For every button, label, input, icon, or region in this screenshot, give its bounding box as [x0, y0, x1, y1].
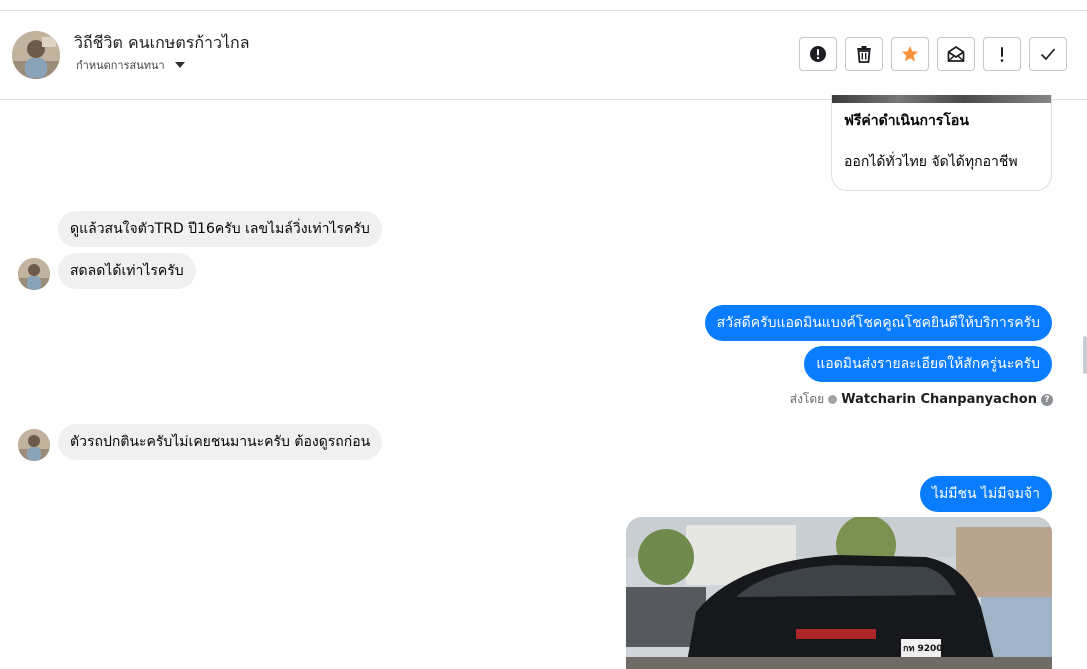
- outgoing-message[interactable]: สวัสดีครับแอดมินแบงค์โชคคูณโชคยินดีให้บร…: [704, 305, 1052, 341]
- conversation-header: วิถีชีวิต คนเกษตรก้าวไกล กำหนดการสนทนา: [0, 11, 1087, 100]
- link-preview-card[interactable]: ฟรีค่าดำเนินการโอน ออกได้ทั่วไทย จัดได้ท…: [831, 95, 1052, 191]
- contact-avatar[interactable]: [12, 31, 60, 79]
- incoming-message[interactable]: สดลดได้เท่าไรครับ: [58, 253, 196, 289]
- alert-circle-icon: [810, 46, 826, 62]
- mail-icon: [947, 45, 965, 62]
- sent-by-prefix: ส่งโดย: [789, 392, 825, 406]
- incoming-message[interactable]: ตัวรถปกตินะครับไม่เคยชนมานะครับ ต้องดูรถ…: [58, 424, 383, 460]
- contact-name[interactable]: วิถีชีวิต คนเกษตรก้าวไกล: [74, 31, 250, 56]
- report-spam-button[interactable]: [799, 37, 837, 71]
- car-photo-attachment[interactable]: กท 9200: [626, 517, 1052, 669]
- card-subtitle: ออกได้ทั่วไทย จัดได้ทุกอาชีพ: [844, 154, 1018, 170]
- verified-dot-icon: [828, 395, 838, 404]
- outgoing-message[interactable]: แอดมินส่งรายละเอียดให้สักครู่นะครับ: [804, 346, 1052, 382]
- mark-done-button[interactable]: [1029, 37, 1067, 71]
- delete-button[interactable]: [845, 37, 883, 71]
- header-actions: [799, 37, 1067, 71]
- scrollbar[interactable]: [1083, 336, 1087, 374]
- card-image: [832, 95, 1051, 103]
- caret-down-icon: [174, 62, 185, 68]
- card-title: ฟรีค่าดำเนินการโอน: [844, 113, 969, 129]
- contact-avatar-small: [18, 429, 50, 461]
- check-icon: [1040, 48, 1056, 61]
- star-button[interactable]: [891, 37, 929, 71]
- mark-unread-button[interactable]: [937, 37, 975, 71]
- assign-conversation-dropdown[interactable]: กำหนดการสนทนา: [76, 56, 185, 74]
- incoming-message[interactable]: ดูแล้วสนใจตัวTRD ปี16ครับ เลขไมล์วิ่งเท่…: [58, 211, 382, 247]
- sent-by-label: ส่งโดย Watcharin Chanpanyachon ?: [790, 390, 1053, 409]
- help-icon[interactable]: ?: [1041, 393, 1053, 406]
- follow-up-button[interactable]: [983, 37, 1021, 71]
- sender-name[interactable]: Watcharin Chanpanyachon: [841, 392, 1037, 407]
- outgoing-message[interactable]: ไม่มีชน ไม่มีจมจ้า: [919, 476, 1052, 512]
- assign-label: กำหนดการสนทนา: [76, 59, 165, 72]
- exclamation-icon: [1000, 47, 1004, 62]
- contact-avatar-small: [18, 258, 50, 290]
- top-divider: [0, 0, 1087, 11]
- trash-icon: [857, 46, 871, 63]
- star-icon: [902, 46, 918, 62]
- license-plate: กท 9200: [903, 644, 943, 654]
